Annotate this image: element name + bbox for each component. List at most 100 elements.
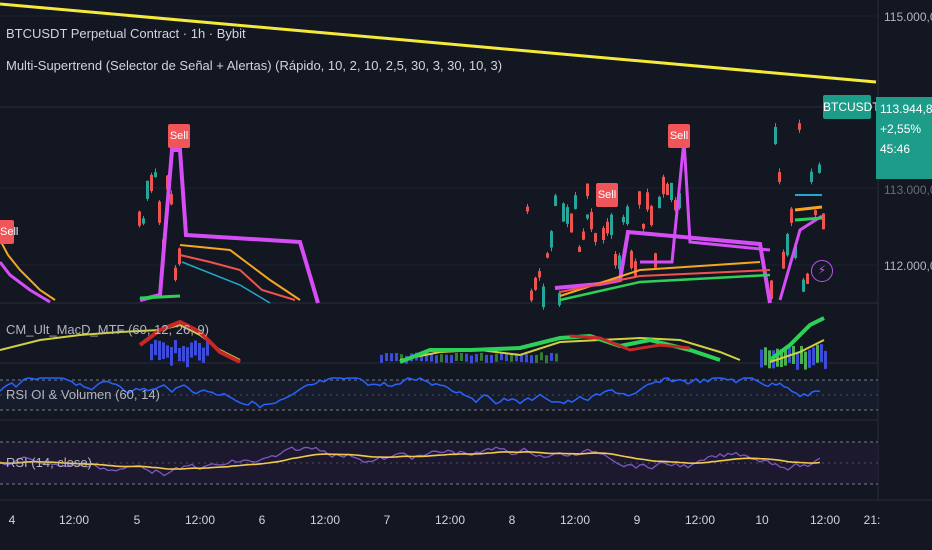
macd-histogram-bar: [202, 347, 205, 363]
candle-body: [530, 290, 533, 301]
macd-histogram-bar: [760, 349, 763, 368]
last-price: 113.944,8: [880, 102, 932, 116]
macd-pane-label[interactable]: CM_Ult_MacD_MTF (60, 12, 26, 9): [6, 322, 209, 337]
macd-histogram-bar: [804, 351, 807, 370]
macd-histogram-bar: [485, 354, 488, 363]
supertrend-line: [139, 294, 181, 300]
candle-body: [606, 221, 609, 234]
candle-body: [154, 172, 157, 178]
chart-canvas[interactable]: [0, 0, 932, 550]
macd-histogram-bar: [796, 351, 799, 370]
time-axis-label: 12:00: [559, 513, 591, 527]
macd-histogram-bar: [550, 352, 553, 361]
candle-body: [642, 223, 645, 229]
time-axis-label: 21:: [863, 513, 881, 527]
macd-histogram-bar: [800, 345, 803, 364]
macd-histogram-bar: [186, 347, 189, 368]
macd-histogram-bar: [194, 340, 197, 356]
symbol-title[interactable]: BTCUSDT Perpetual Contract · 1h · Bybit: [6, 26, 246, 41]
macd-histogram-bar: [182, 346, 185, 362]
macd-histogram-bar: [475, 353, 478, 362]
candle-body: [822, 213, 825, 230]
candle-body: [550, 231, 553, 248]
candle-body: [654, 253, 657, 268]
supertrend-line: [179, 244, 301, 301]
macd-histogram-bar: [495, 353, 498, 362]
candle-body: [790, 208, 793, 223]
lightning-icon[interactable]: ⚡: [811, 260, 833, 282]
macd-histogram-bar: [764, 347, 767, 366]
candle-body: [814, 210, 817, 216]
macd-histogram-bar: [190, 342, 193, 358]
macd-histogram-bar: [545, 355, 548, 364]
candle-body: [802, 279, 805, 292]
macd-histogram-bar: [465, 353, 468, 362]
macd-histogram-bar: [480, 352, 483, 361]
candle-body: [178, 248, 181, 265]
candle-body: [774, 126, 777, 144]
candle-body: [546, 253, 549, 258]
indicator-legend[interactable]: Multi-Supertrend (Selector de Señal + Al…: [6, 58, 502, 73]
candle-body: [538, 271, 541, 278]
macd-histogram-bar: [812, 347, 815, 366]
candle-body: [138, 211, 141, 226]
candle-body: [150, 174, 153, 191]
macd-histogram-bar: [395, 353, 398, 362]
candle-body: [574, 195, 577, 209]
candle-body: [142, 218, 145, 224]
candle-body: [646, 192, 649, 210]
candle-body: [778, 172, 781, 182]
candle-body: [622, 216, 625, 223]
sell-signal: Sell: [596, 183, 618, 207]
candle-body: [170, 194, 173, 205]
candle-body: [670, 182, 673, 201]
candle-body: [570, 213, 573, 233]
supertrend-line: [559, 261, 761, 297]
candle-body: [610, 214, 613, 236]
rsi-pane-label[interactable]: RSI (14, close): [6, 455, 92, 470]
macd-histogram-bar: [158, 340, 161, 361]
supertrend-line: [794, 216, 823, 222]
time-axis-label: 12:00: [809, 513, 841, 527]
candle-body: [534, 277, 537, 290]
time-axis-label: 12:00: [309, 513, 341, 527]
macd-histogram-bar: [824, 350, 827, 369]
ticker-tag: BTCUSDT.P: [823, 95, 890, 119]
macd-histogram-bar: [166, 345, 169, 358]
supertrend-line: [778, 214, 823, 301]
macd-histogram-bar: [450, 354, 453, 363]
price-label-115000: 115.000,0: [884, 10, 932, 24]
candle-body: [602, 228, 605, 240]
candle-body: [586, 183, 589, 197]
candle-body: [146, 180, 149, 199]
candle-body: [786, 234, 789, 256]
supertrend-group: [0, 139, 823, 304]
supertrend-line: [0, 261, 51, 304]
sell-signal: Sell: [0, 220, 18, 244]
supertrend-line: [0, 239, 56, 301]
macd-histogram-bar: [154, 340, 157, 356]
candle-body: [554, 195, 557, 206]
macd-histogram-bar: [440, 354, 443, 363]
candle-body: [582, 231, 585, 240]
candle-body: [562, 203, 565, 222]
candle-body: [810, 171, 813, 182]
time-axis-label: 5: [133, 513, 141, 527]
macd-histogram-bar: [162, 342, 165, 359]
macd-histogram-bar: [198, 342, 201, 361]
sell-signal: Sell: [168, 124, 190, 148]
price-label-112000: 112.000,0: [884, 259, 932, 273]
macd-histogram-bar: [816, 344, 819, 363]
candle-body: [578, 246, 581, 252]
last-price-box: 113.944,8 +2,55% 45:46: [876, 97, 932, 179]
macd-histogram-bar: [445, 354, 448, 363]
macd-histogram-bar: [808, 349, 811, 368]
rsi-oi-pane-label[interactable]: RSI OI & Volumen (60, 14): [6, 387, 160, 402]
macd-histogram-bar: [390, 353, 393, 362]
candle-body: [158, 201, 161, 223]
macd-histogram-bar: [820, 344, 823, 363]
time-axis-label: 6: [258, 513, 266, 527]
sell-signal: Sell: [668, 124, 690, 148]
candle-body: [630, 250, 633, 268]
candle-body: [174, 267, 177, 281]
